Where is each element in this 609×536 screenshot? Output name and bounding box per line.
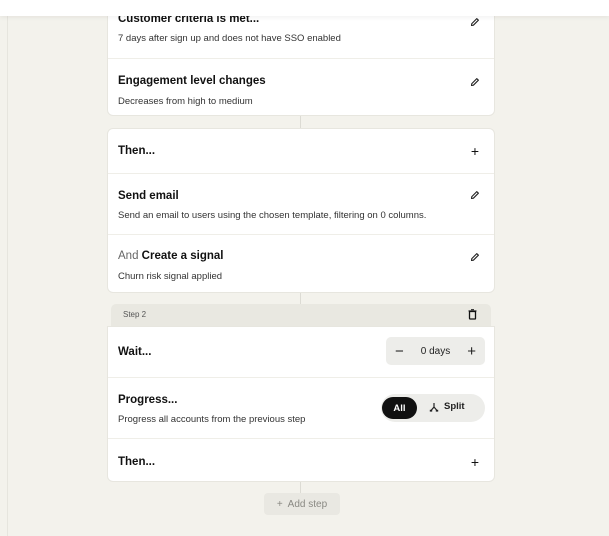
wait-value: 0 days: [420, 345, 451, 357]
plus-icon: +: [470, 143, 479, 159]
trash-icon[interactable]: [468, 309, 477, 320]
step2-card: Wait... − 0 days + Progress... Progress …: [107, 326, 495, 482]
trigger-desc: 7 days after sign up and does not have S…: [118, 33, 341, 44]
progress-toggle: All Split: [381, 394, 485, 422]
plus-icon: +: [276, 498, 283, 510]
signal-title: Create a signal: [141, 250, 224, 262]
wait-label: Wait...: [118, 346, 152, 358]
pencil-icon[interactable]: [470, 252, 480, 262]
wait-stepper: − 0 days +: [386, 337, 485, 365]
step-header: Step 2: [111, 304, 491, 326]
actions-card: Then... + Send email Send an email to us…: [107, 128, 495, 293]
pencil-icon[interactable]: [470, 17, 480, 27]
step-label: Step 2: [123, 310, 147, 319]
create-signal-title: And Create a signal: [118, 250, 224, 262]
send-email-desc: Send an email to users using the chosen …: [118, 210, 427, 221]
send-email-title: Send email: [118, 190, 179, 202]
wait-row: Wait... − 0 days +: [108, 327, 494, 377]
decrement-button[interactable]: −: [395, 344, 404, 359]
create-signal-row[interactable]: And Create a signal Churn risk signal ap…: [108, 234, 494, 292]
trigger-row-engagement[interactable]: Engagement level changes Decreases from …: [108, 58, 494, 115]
then-label: Then...: [118, 456, 156, 468]
create-signal-desc: Churn risk signal applied: [118, 271, 223, 282]
progress-row: Progress... Progress all accounts from t…: [108, 377, 494, 438]
progress-desc: Progress all accounts from the previous …: [118, 414, 306, 425]
add-action-button[interactable]: +: [471, 144, 479, 158]
and-prefix: And: [118, 250, 139, 262]
pencil-icon[interactable]: [470, 190, 480, 200]
then-label: Then...: [118, 145, 156, 157]
trigger-title: Engagement level changes: [118, 75, 266, 87]
trigger-desc: Decreases from high to medium: [118, 96, 253, 107]
add-step-label: Add step: [287, 498, 328, 510]
add-step-button[interactable]: + Add step: [264, 493, 340, 515]
increment-button[interactable]: +: [467, 344, 476, 359]
toggle-all-button[interactable]: All: [382, 397, 417, 419]
progress-title: Progress...: [118, 394, 178, 406]
pencil-icon[interactable]: [470, 77, 480, 87]
left-divider: [7, 16, 8, 536]
toggle-split-button[interactable]: Split: [429, 401, 465, 412]
connector: [300, 115, 301, 129]
trigger-card: Customer criteria is met... 7 days after…: [107, 2, 495, 116]
split-icon: [429, 402, 439, 412]
step2-then-row: Then... +: [108, 438, 494, 481]
add-action-button[interactable]: +: [471, 455, 479, 469]
then-row: Then... +: [108, 129, 494, 173]
send-email-row[interactable]: Send email Send an email to users using …: [108, 173, 494, 234]
plus-icon: +: [470, 454, 479, 470]
top-bar: [0, 0, 609, 16]
split-label: Split: [444, 401, 465, 412]
